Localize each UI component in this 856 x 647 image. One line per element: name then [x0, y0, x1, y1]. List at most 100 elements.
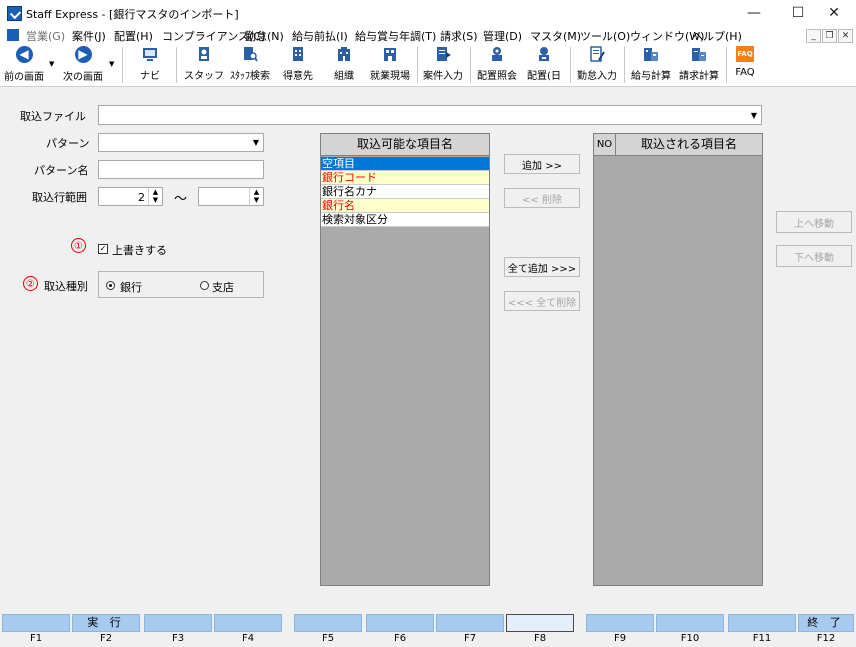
imported-items-list[interactable] — [593, 133, 763, 586]
placement-day-button[interactable]: 配置(日 — [522, 46, 566, 84]
organization-label: 組織 — [334, 71, 354, 82]
f4-key[interactable] — [214, 614, 282, 632]
staff-search-icon — [244, 47, 258, 62]
f2-label: F2 — [99, 633, 113, 644]
add-all-button[interactable]: 全て追加 >>> — [504, 257, 580, 277]
list-item[interactable]: 空項目 — [321, 157, 489, 171]
menu-help[interactable]: ヘルプ(H) — [692, 28, 742, 44]
list-item[interactable]: 銀行コード — [321, 171, 489, 185]
faq-icon: FAQ — [736, 46, 754, 62]
pattern-name-input[interactable] — [98, 160, 264, 179]
f11-key[interactable] — [728, 614, 796, 632]
menu-admin[interactable]: 管理(D) — [483, 28, 522, 44]
organization-icon — [338, 47, 350, 61]
toolbar-separator — [176, 47, 177, 83]
menu-salary-bonus[interactable]: 給与賞与年調(T) — [355, 28, 436, 44]
f10-key[interactable] — [656, 614, 724, 632]
f3-key[interactable] — [144, 614, 212, 632]
import-file-combo[interactable]: ▼ — [98, 105, 762, 125]
staff-label: スタッフ — [184, 71, 224, 82]
list-item[interactable]: 銀行名カナ — [321, 185, 489, 199]
radio-bank[interactable] — [106, 281, 115, 290]
import-range-label: 取込行範囲 — [32, 191, 87, 204]
chevron-down-icon[interactable]: ▼ — [249, 134, 263, 151]
f11-label: F11 — [752, 633, 772, 644]
f5-key[interactable] — [294, 614, 362, 632]
placement-inquiry-button[interactable]: 配置照会 — [474, 46, 520, 84]
menu-billing[interactable]: 請求(S) — [440, 28, 478, 44]
close-button[interactable]: ✕ — [812, 0, 856, 26]
f7-key[interactable] — [436, 614, 504, 632]
radio-branch[interactable] — [200, 281, 209, 290]
toolbar-separator — [470, 47, 471, 83]
move-down-button[interactable]: 下へ移動 — [776, 245, 852, 267]
mdi-minimize-button[interactable]: _ — [806, 29, 821, 43]
menu-tools[interactable]: ツール(O) — [580, 28, 630, 44]
prev-dropdown-icon[interactable]: ▼ — [49, 60, 54, 68]
placement-day-label: 配置(日 — [527, 71, 561, 82]
pattern-combo[interactable]: ▼ — [98, 133, 264, 152]
f12-exit-key[interactable]: 終 了 — [798, 614, 854, 632]
f1-key[interactable] — [2, 614, 70, 632]
menu-sales[interactable]: 営業(G) — [26, 28, 65, 44]
payroll-calc-button[interactable]: 給与計算 — [628, 46, 674, 84]
next-screen-button[interactable]: ▶ 次の画面 — [60, 46, 106, 84]
list-item[interactable]: 検索対象区分 — [321, 213, 489, 227]
next-dropdown-icon[interactable]: ▼ — [109, 60, 114, 68]
next-screen-label: 次の画面 — [63, 72, 103, 83]
add-button[interactable]: 追加 >> — [504, 154, 580, 174]
overwrite-checkbox[interactable]: ✓ — [98, 244, 108, 254]
app-icon — [7, 6, 22, 21]
attendance-input-icon — [590, 46, 605, 62]
monitor-icon — [143, 48, 157, 61]
chevron-down-icon[interactable]: ▼ — [747, 106, 761, 124]
radio-dot — [109, 284, 112, 287]
f9-key[interactable] — [586, 614, 654, 632]
navi-button[interactable]: ナビ — [130, 46, 170, 84]
prev-screen-button[interactable]: ◀ 前の画面 — [2, 46, 46, 84]
f8-key[interactable] — [506, 614, 574, 632]
staff-search-label: ｽﾀｯﾌ検索 — [230, 71, 270, 82]
mdi-restore-button[interactable]: ❐ — [822, 29, 837, 43]
range-from-stepper[interactable]: 2 ▲ ▼ — [98, 187, 163, 206]
toolbar-separator — [417, 47, 418, 83]
toolbar-separator — [570, 47, 571, 83]
toolbar-separator — [624, 47, 625, 83]
case-input-button[interactable]: 案件入力 — [421, 46, 465, 84]
menu-case[interactable]: 案件(J) — [72, 28, 106, 44]
menu-placement[interactable]: 配置(H) — [114, 28, 153, 44]
f6-key[interactable] — [366, 614, 434, 632]
placement-day-icon — [539, 47, 549, 61]
delete-button[interactable]: << 削除 — [504, 188, 580, 208]
billing-calc-button[interactable]: 請求計算 — [676, 46, 722, 84]
toolbar-separator — [122, 47, 123, 83]
spin-updown-icon[interactable]: ▲ ▼ — [148, 188, 162, 205]
staff-icon — [199, 47, 209, 61]
menu-master[interactable]: マスタ(M) — [530, 28, 581, 44]
worksite-button[interactable]: 就業現場 — [368, 46, 412, 84]
mdi-close-button[interactable]: ✕ — [838, 29, 853, 43]
pattern-label: パターン — [46, 137, 90, 150]
menu-attendance[interactable]: 勤怠(N) — [245, 28, 284, 44]
organization-button[interactable]: 組織 — [324, 46, 364, 84]
f4-label: F4 — [241, 633, 255, 644]
menu-advance-pay[interactable]: 給与前払(I) — [292, 28, 348, 44]
spin-updown-icon[interactable]: ▲ ▼ — [249, 188, 263, 205]
staff-button[interactable]: スタッフ — [184, 46, 224, 84]
move-up-button[interactable]: 上へ移動 — [776, 211, 852, 233]
range-to-stepper[interactable]: ▲ ▼ — [198, 187, 264, 206]
worksite-label: 就業現場 — [370, 71, 410, 82]
attendance-input-button[interactable]: 勤怠入力 — [574, 46, 620, 84]
delete-all-button[interactable]: <<< 全て削除 — [504, 291, 580, 311]
client-label: 得意先 — [283, 71, 313, 82]
minimize-button[interactable]: — — [732, 0, 776, 26]
f2-execute-key[interactable]: 実 行 — [72, 614, 140, 632]
client-button[interactable]: 得意先 — [278, 46, 318, 84]
payroll-calc-label: 給与計算 — [631, 71, 671, 82]
faq-button[interactable]: FAQ FAQ — [730, 46, 760, 84]
window-title: Staff Express - [銀行マスタのインポート] — [26, 8, 239, 21]
child-window-icon — [7, 29, 19, 41]
imported-items-header: 取込される項目名 — [616, 134, 762, 156]
staff-search-button[interactable]: ｽﾀｯﾌ検索 — [228, 46, 272, 84]
list-item[interactable]: 銀行名 — [321, 199, 489, 213]
